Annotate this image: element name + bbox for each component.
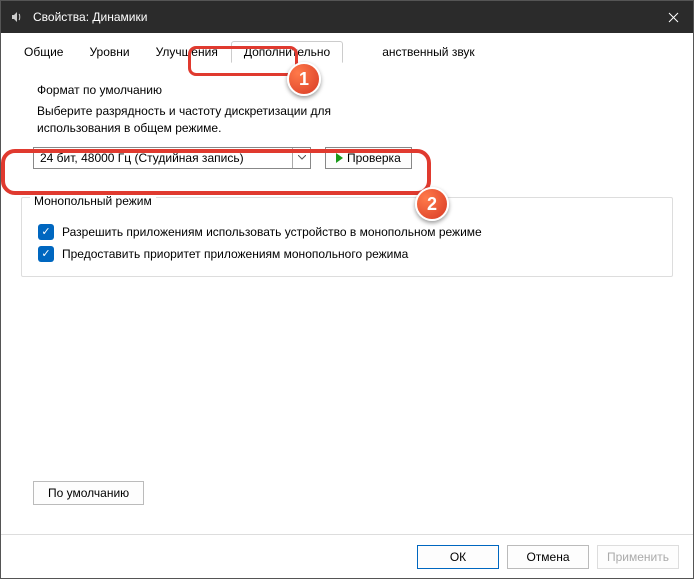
- checkbox-allow-exclusive-label: Разрешить приложениям использовать устро…: [62, 225, 482, 239]
- group-title-exclusive: Монопольный режим: [30, 194, 156, 208]
- checkbox-icon-checked: ✓: [38, 246, 54, 262]
- test-button-label: Проверка: [347, 151, 401, 165]
- tab-advanced[interactable]: Дополнительно: [231, 41, 343, 63]
- tab-enhancements[interactable]: Улучшения: [143, 41, 231, 63]
- speaker-icon: [9, 9, 25, 25]
- window-title: Свойства: Динамики: [33, 10, 653, 24]
- defaults-button[interactable]: По умолчанию: [33, 481, 144, 505]
- format-row: 24 бит, 48000 Гц (Студийная запись) Пров…: [33, 147, 673, 169]
- format-combobox[interactable]: 24 бит, 48000 Гц (Студийная запись): [33, 147, 311, 169]
- tab-levels[interactable]: Уровни: [76, 41, 142, 63]
- tab-general[interactable]: Общие: [11, 41, 76, 63]
- group-exclusive-mode: Монопольный режим ✓ Разрешить приложения…: [21, 197, 673, 277]
- close-button[interactable]: [653, 1, 693, 33]
- format-description: Выберите разрядность и частоту дискретиз…: [37, 103, 397, 137]
- dialog-footer: ОК Отмена Применить: [1, 534, 693, 578]
- properties-dialog: Свойства: Динамики Общие Уровни Улучшени…: [0, 0, 694, 579]
- annotation-badge-2: 2: [415, 187, 449, 221]
- test-button[interactable]: Проверка: [325, 147, 412, 169]
- apply-button: Применить: [597, 545, 679, 569]
- format-combobox-value: 24 бит, 48000 Гц (Студийная запись): [34, 151, 292, 165]
- tab-spatial-sound[interactable]: анственный звук: [369, 41, 488, 63]
- checkbox-icon-checked: ✓: [38, 224, 54, 240]
- tab-strip: Общие Уровни Улучшения Дополнительно анс…: [1, 33, 693, 63]
- checkbox-exclusive-priority[interactable]: ✓ Предоставить приоритет приложениям мон…: [38, 246, 672, 262]
- annotation-badge-1: 1: [287, 62, 321, 96]
- group-title-format: Формат по умолчанию: [37, 83, 673, 97]
- checkbox-allow-exclusive[interactable]: ✓ Разрешить приложениям использовать уст…: [38, 224, 672, 240]
- cancel-button[interactable]: Отмена: [507, 545, 589, 569]
- checkbox-exclusive-priority-label: Предоставить приоритет приложениям моноп…: [62, 247, 408, 261]
- group-default-format: Формат по умолчанию Выберите разрядность…: [21, 73, 673, 169]
- titlebar: Свойства: Динамики: [1, 1, 693, 33]
- chevron-down-icon[interactable]: [292, 148, 310, 168]
- tab-content: Формат по умолчанию Выберите разрядность…: [1, 63, 693, 534]
- ok-button[interactable]: ОК: [417, 545, 499, 569]
- play-icon: [336, 153, 343, 163]
